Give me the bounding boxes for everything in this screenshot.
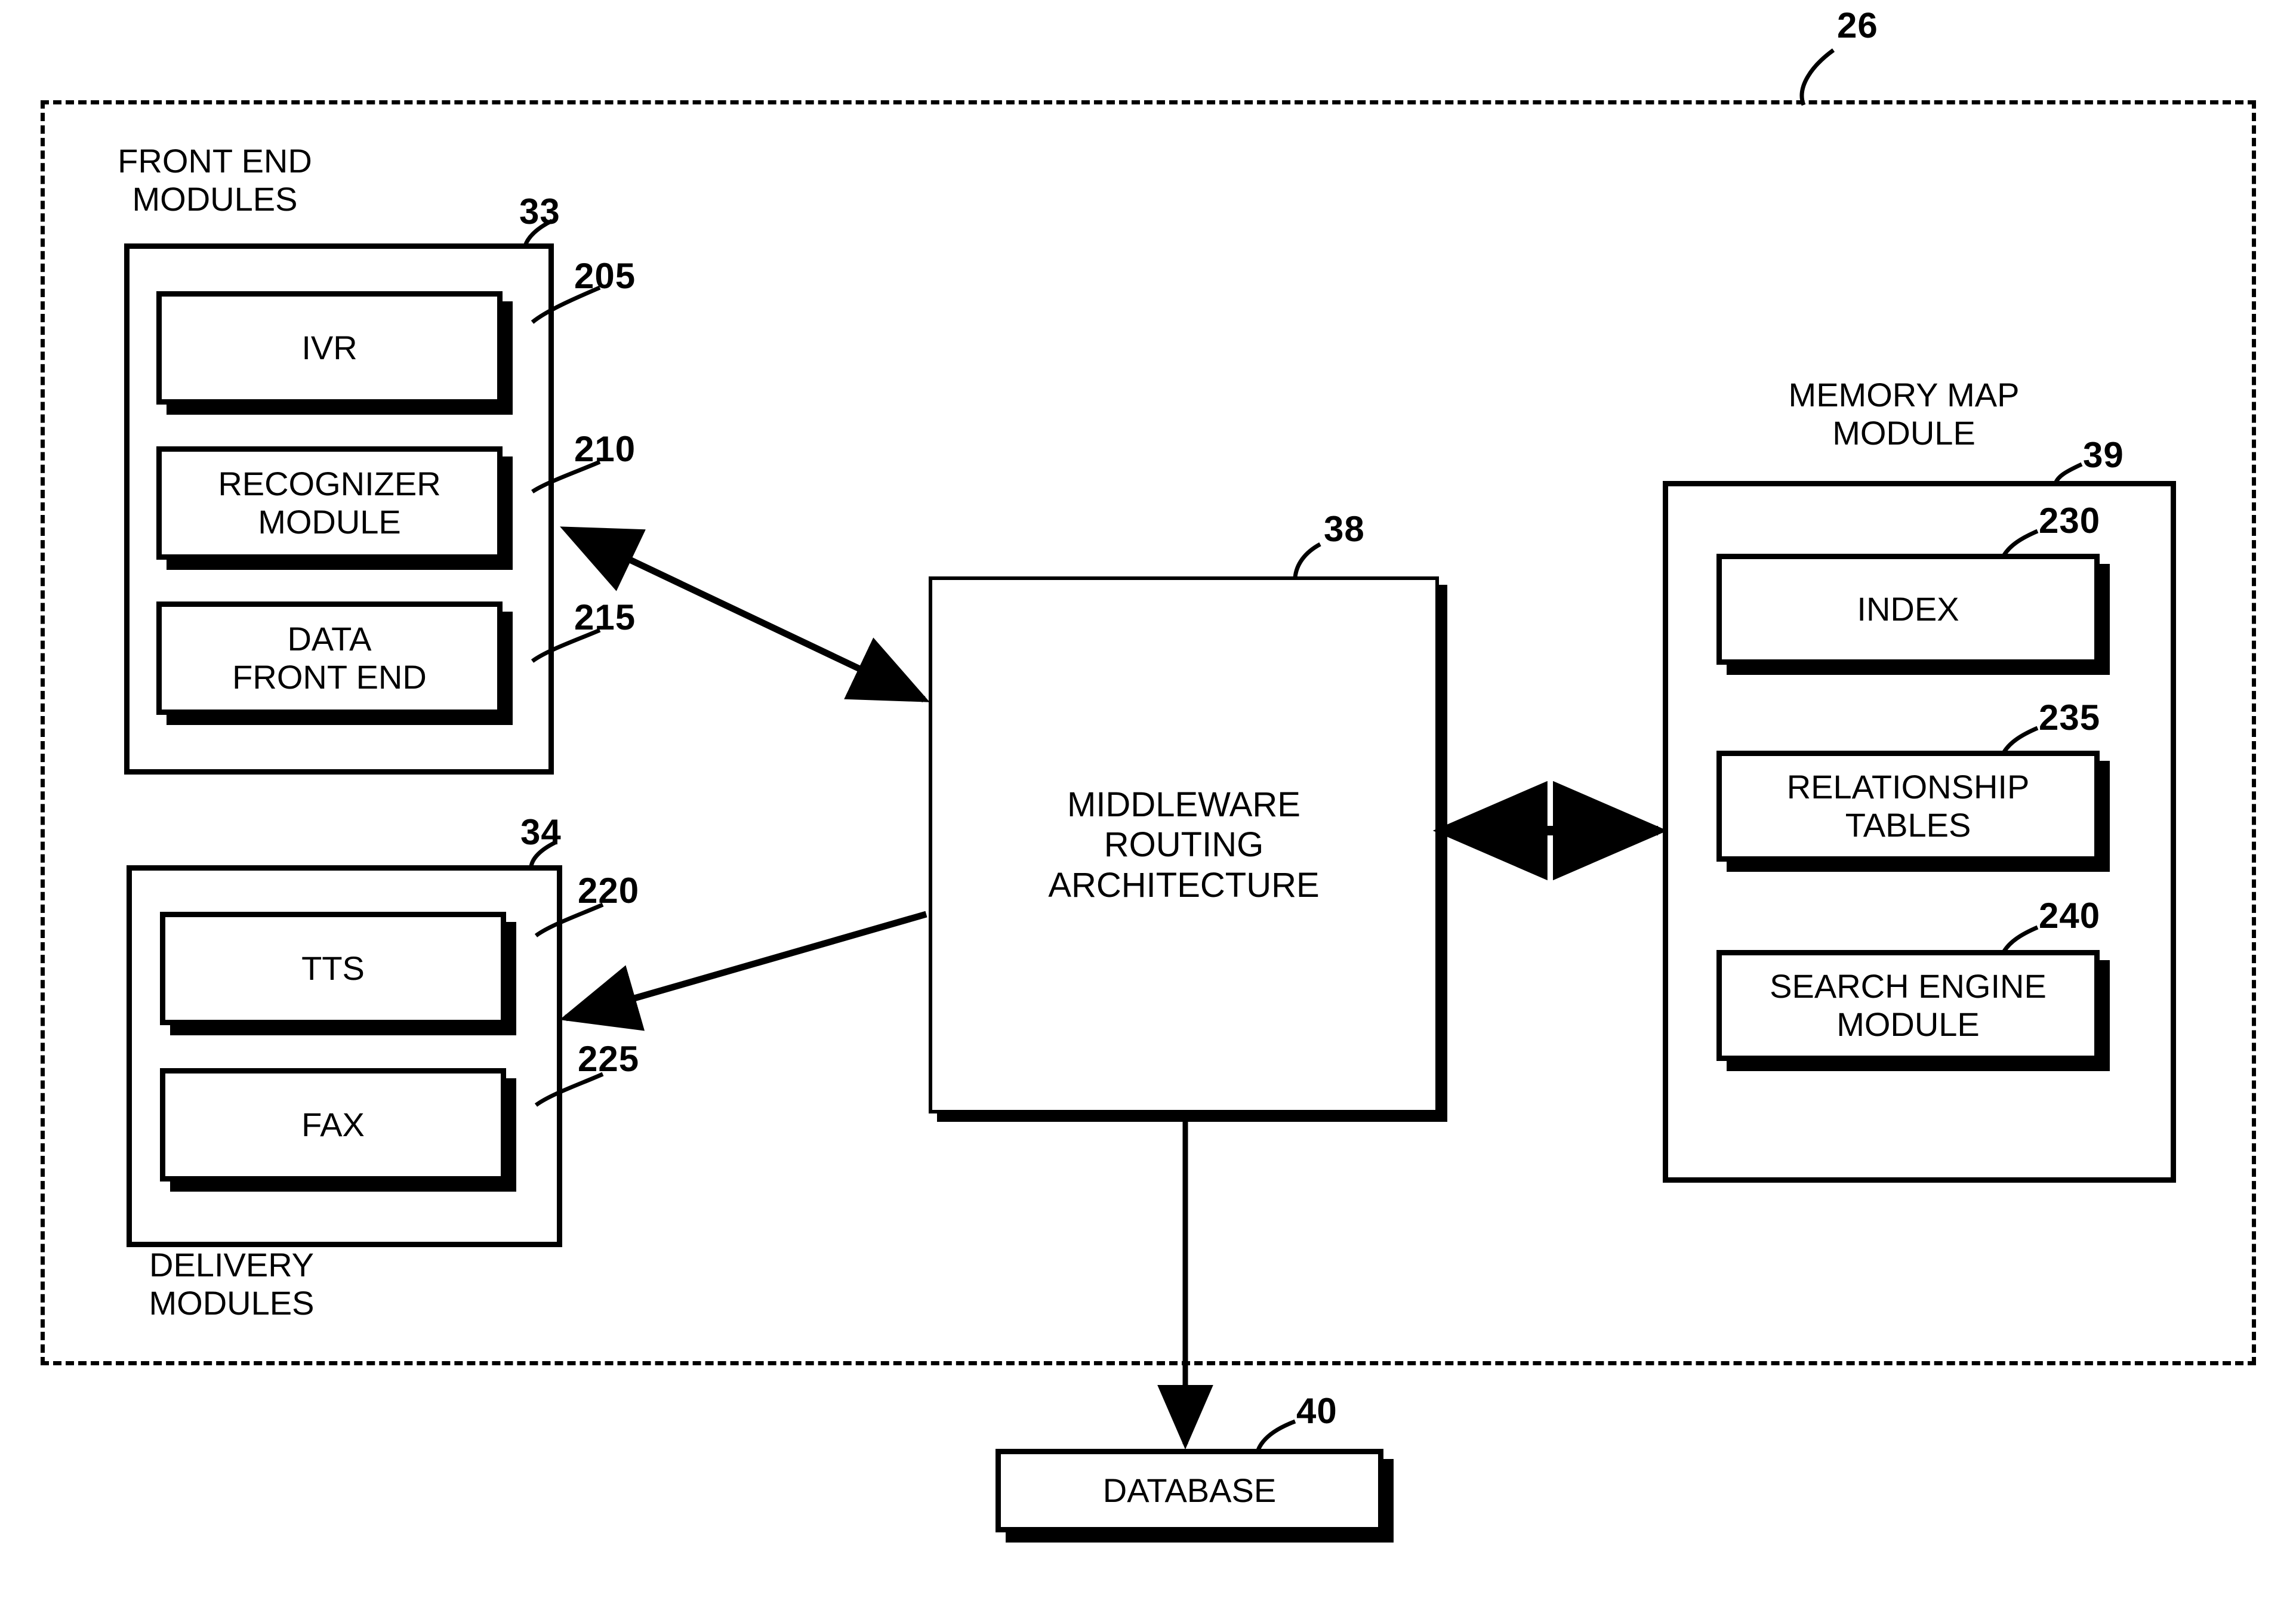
module-relationship-tables-label: RELATIONSHIP TABLES <box>1786 768 2030 844</box>
leader-line-40 <box>1256 1419 1296 1451</box>
middleware-routing-architecture-label: MIDDLEWARE ROUTING ARCHITECTURE <box>1048 785 1320 905</box>
ref-number-index-230: 230 <box>2039 501 2101 541</box>
module-tts[interactable]: TTS <box>160 912 506 1025</box>
module-fax[interactable]: FAX <box>160 1068 506 1182</box>
delivery-modules-title: DELIVERY MODULES <box>149 1246 315 1322</box>
front-end-modules-title: FRONT END MODULES <box>118 142 312 218</box>
ref-number-memory-map-39: 39 <box>2083 435 2124 475</box>
database-label: DATABASE <box>1102 1472 1277 1510</box>
module-recognizer[interactable]: RECOGNIZER MODULE <box>156 446 503 560</box>
ref-number-relationship-tables-235: 235 <box>2039 698 2101 738</box>
ref-number-fax-225: 225 <box>578 1039 640 1079</box>
module-relationship-tables[interactable]: RELATIONSHIP TABLES <box>1716 751 2100 862</box>
ref-number-middleware-38: 38 <box>1324 509 1365 549</box>
ref-number-data-front-end-215: 215 <box>574 597 636 637</box>
ref-number-tts-220: 220 <box>578 871 640 911</box>
module-fax-label: FAX <box>301 1106 365 1144</box>
module-index[interactable]: INDEX <box>1716 554 2100 665</box>
ref-number-recognizer-210: 210 <box>574 429 636 469</box>
module-search-engine-label: SEARCH ENGINE MODULE <box>1770 967 2047 1043</box>
ref-number-database-40: 40 <box>1296 1391 1337 1431</box>
database-box[interactable]: DATABASE <box>996 1449 1383 1532</box>
ref-number-front-end-33: 33 <box>519 192 560 232</box>
ref-number-search-engine-240: 240 <box>2039 896 2101 936</box>
module-search-engine[interactable]: SEARCH ENGINE MODULE <box>1716 950 2100 1061</box>
module-index-label: INDEX <box>1857 590 1959 628</box>
module-data-front-end-label: DATA FRONT END <box>232 620 427 696</box>
module-ivr-label: IVR <box>301 329 358 367</box>
ref-number-delivery-34: 34 <box>520 812 562 852</box>
module-recognizer-label: RECOGNIZER MODULE <box>218 465 441 541</box>
patent-figure-canvas: 26 FRONT END MODULES 33 IVR 205 RECOGNIZ… <box>0 0 2296 1601</box>
ref-number-ivr-205: 205 <box>574 256 636 296</box>
leader-line-26 <box>1799 48 1835 106</box>
memory-map-module-title: MEMORY MAP MODULE <box>1788 376 2020 452</box>
module-tts-label: TTS <box>301 949 365 988</box>
module-data-front-end[interactable]: DATA FRONT END <box>156 601 503 715</box>
module-ivr[interactable]: IVR <box>156 291 503 405</box>
ref-number-system-26: 26 <box>1837 5 1878 45</box>
middleware-routing-architecture-box[interactable]: MIDDLEWARE ROUTING ARCHITECTURE <box>929 576 1439 1113</box>
